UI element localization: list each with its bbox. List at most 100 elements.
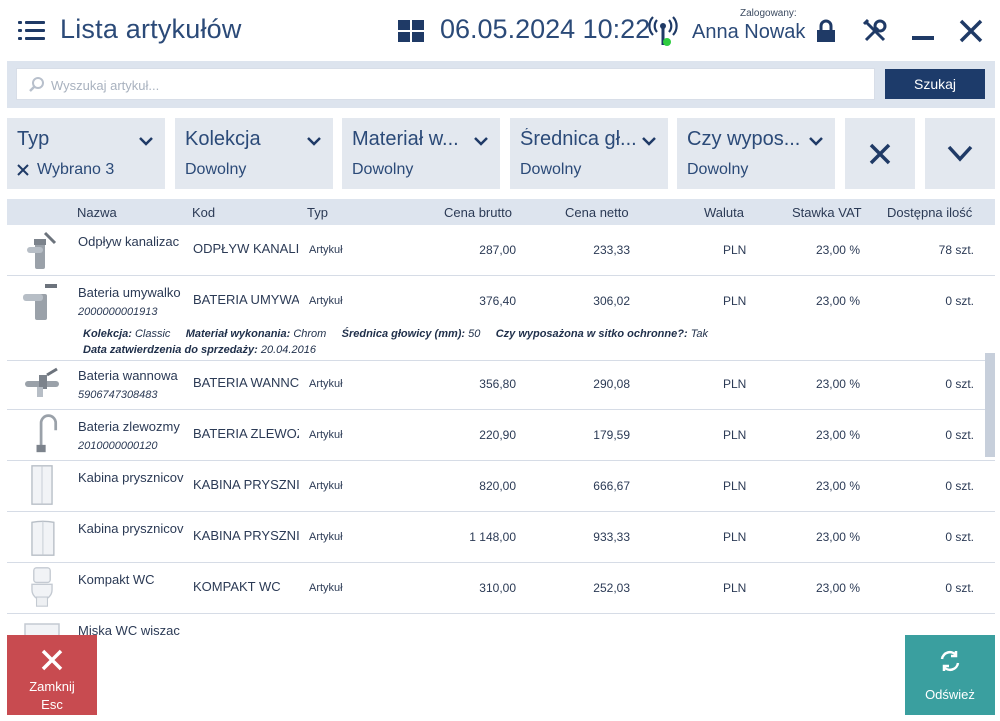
chevron-down-icon — [307, 137, 321, 146]
column-header-code[interactable]: Kod — [192, 205, 215, 220]
item-ean: 5906747308483 — [78, 389, 158, 401]
item-net-price: 306,02 — [593, 294, 630, 308]
item-net-price: 666,67 — [593, 479, 630, 493]
item-type: Artykuł — [309, 295, 343, 307]
clear-filters-button[interactable] — [845, 118, 915, 189]
item-currency: PLN — [723, 428, 747, 442]
table-scrollbar[interactable] — [985, 353, 995, 457]
item-name: Kompakt WC — [78, 572, 155, 587]
filter-strainer[interactable]: Czy wypos... Dowolny — [677, 118, 835, 189]
item-code: KABINA PRYSZNI — [193, 528, 299, 543]
tools-icon[interactable] — [862, 18, 888, 44]
table-row[interactable]: Kabina prysznicov KABINA PRYSZNI Artykuł… — [7, 461, 995, 512]
item-ean: 2000000001913 — [78, 306, 158, 318]
connection-signal-icon — [648, 16, 678, 46]
refresh-button-label: Odśwież — [925, 687, 975, 702]
column-header-type[interactable]: Typ — [307, 205, 328, 220]
item-gross-price: 376,40 — [479, 294, 516, 308]
filter-diameter[interactable]: Średnica gł... Dowolny — [510, 118, 668, 189]
close-window-icon[interactable] — [958, 18, 984, 44]
chevron-down-icon — [809, 137, 823, 146]
hamburger-menu-icon[interactable] — [18, 18, 46, 44]
table-row[interactable]: Odpływ kanalizac ODPŁYW KANALI Artykuł 2… — [7, 225, 995, 276]
attr-label: Czy wyposażona w sitko ochronne?: — [495, 328, 688, 340]
chevron-down-icon — [474, 137, 488, 146]
header-bar: Lista artykułów 06.05.2024 10:22 Zalogow… — [0, 0, 1000, 62]
search-button[interactable]: Szukaj — [885, 69, 985, 99]
wall-toilet-icon — [24, 623, 60, 635]
logged-in-label: Zalogowany: — [740, 8, 797, 19]
column-header-name[interactable]: Nazwa — [77, 205, 117, 220]
filter-value: Dowolny — [520, 161, 582, 178]
item-gross-price: 1 148,00 — [469, 530, 516, 544]
item-name: Odpływ kanalizac — [78, 234, 180, 249]
table-row[interactable]: Miska WC wiszac — [7, 614, 995, 635]
table-row[interactable]: Bateria wannowa 5906747308483 BATERIA WA… — [7, 361, 995, 410]
item-stock: 0 szt. — [945, 530, 974, 544]
toilet-icon — [31, 567, 53, 607]
clear-filter-icon[interactable] — [17, 164, 29, 176]
table-row[interactable]: Kabina prysznicov KABINA PRYSZNI Artykuł… — [7, 512, 995, 563]
table-row[interactable]: Bateria zlewozmy 2010000000120 BATERIA Z… — [7, 410, 995, 461]
item-vat: 23,00 % — [815, 530, 860, 544]
filter-value: Dowolny — [352, 161, 414, 178]
search-bar: Szukaj — [7, 61, 995, 108]
column-header-gross-price[interactable]: Cena brutto — [444, 205, 512, 220]
windows-grid-icon[interactable] — [398, 20, 424, 42]
page-title: Lista artykułów — [60, 14, 242, 44]
bath-faucet-icon — [25, 367, 59, 397]
more-filters-button[interactable] — [925, 118, 995, 189]
filter-label: Czy wypos... — [687, 128, 801, 150]
item-name: Kabina prysznicov — [78, 521, 184, 536]
item-gross-price: 356,80 — [479, 377, 516, 391]
search-field[interactable] — [16, 68, 875, 100]
filter-type[interactable]: Typ Wybrano 3 — [7, 118, 165, 189]
column-header-stock[interactable]: Dostępna ilość — [887, 205, 972, 220]
item-currency: PLN — [723, 530, 747, 544]
item-net-price: 179,59 — [593, 428, 630, 442]
attr-label: Średnica głowicy (mm): — [341, 328, 466, 340]
close-button[interactable]: Zamknij Esc — [7, 635, 97, 715]
user-name: Anna Nowak — [692, 21, 806, 43]
item-vat: 23,00 % — [815, 294, 860, 308]
column-header-vat-rate[interactable]: Stawka VAT — [792, 205, 862, 220]
item-type: Artykuł — [309, 531, 343, 543]
shower-cabin-icon — [31, 465, 53, 505]
chevron-down-icon — [947, 145, 973, 162]
table-row[interactable]: Kompakt WC KOMPAKT WC Artykuł 310,00 252… — [7, 563, 995, 614]
attr-label: Data zatwierdzenia do sprzedaży: — [83, 344, 258, 356]
lock-icon[interactable] — [815, 19, 837, 43]
chevron-down-icon — [642, 137, 656, 146]
item-currency: PLN — [723, 243, 747, 257]
item-stock: 0 szt. — [945, 294, 974, 308]
shower-cabin-round-icon — [31, 520, 55, 556]
item-vat: 23,00 % — [815, 243, 860, 257]
search-input[interactable] — [51, 74, 851, 96]
item-attributes-line2: Data zatwierdzenia do sprzedaży: 20.04.2… — [83, 344, 316, 356]
sink-faucet-icon — [36, 414, 58, 453]
column-header-currency[interactable]: Waluta — [704, 205, 744, 220]
column-header-net-price[interactable]: Cena netto — [565, 205, 629, 220]
attr-value: Chrom — [293, 328, 327, 340]
item-stock: 0 szt. — [945, 479, 974, 493]
minimize-icon[interactable] — [912, 36, 934, 40]
item-type: Artykuł — [309, 480, 343, 492]
item-currency: PLN — [723, 294, 747, 308]
item-stock: 0 szt. — [945, 428, 974, 442]
close-button-label: Zamknij — [29, 679, 75, 694]
filter-collection[interactable]: Kolekcja Dowolny — [175, 118, 333, 189]
item-name: Miska WC wiszac — [78, 623, 180, 635]
table-row-expanded[interactable]: Bateria umywalko 2000000001913 BATERIA U… — [7, 276, 995, 361]
attr-value: 20.04.2016 — [260, 344, 316, 356]
item-vat: 23,00 % — [815, 428, 860, 442]
item-vat: 23,00 % — [815, 377, 860, 391]
item-attributes-line1: Kolekcja: Classic Materiał wykonania: Ch… — [83, 328, 708, 340]
current-datetime: 06.05.2024 10:22 — [440, 14, 651, 44]
attr-value: Classic — [134, 328, 171, 340]
filter-material[interactable]: Materiał w... Dowolny — [342, 118, 500, 189]
item-vat: 23,00 % — [815, 581, 860, 595]
item-currency: PLN — [723, 479, 747, 493]
refresh-button[interactable]: Odśwież — [905, 635, 995, 715]
item-type: Artykuł — [309, 378, 343, 390]
item-currency: PLN — [723, 377, 747, 391]
